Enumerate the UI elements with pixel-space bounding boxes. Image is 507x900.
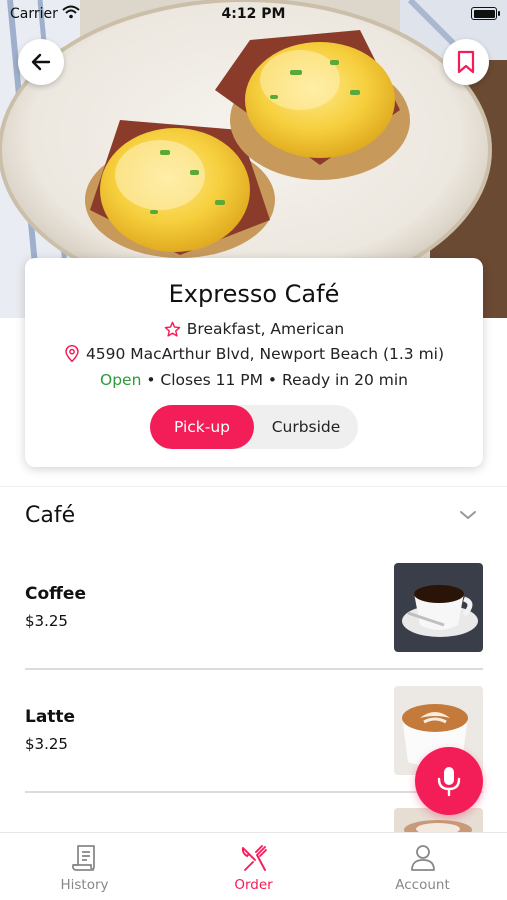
order-type-toggle: Pick-up Curbside xyxy=(150,405,358,449)
status-bar: Carrier 4:12 PM xyxy=(0,0,507,28)
location-pin-icon xyxy=(65,345,79,363)
address-line[interactable]: 4590 MacArthur Blvd, Newport Beach (1.3 … xyxy=(25,345,483,363)
restaurant-info-card: Expresso Café Breakfast, American 4590 M… xyxy=(25,258,483,467)
tab-label: Account xyxy=(395,877,450,893)
tab-account[interactable]: Account xyxy=(338,833,507,900)
item-name: Coffee xyxy=(25,584,86,604)
voice-order-button[interactable] xyxy=(415,747,483,815)
bookmark-button[interactable] xyxy=(443,39,489,85)
back-button[interactable] xyxy=(18,39,64,85)
arrow-left-icon xyxy=(31,53,51,71)
bottom-tab-bar: History Order Account xyxy=(0,832,507,900)
item-divider xyxy=(25,668,483,670)
hours-info: • Closes 11 PM • Ready in 20 min xyxy=(141,371,408,389)
pickup-option[interactable]: Pick-up xyxy=(150,405,254,449)
restaurant-name: Expresso Café xyxy=(168,280,340,308)
curbside-option[interactable]: Curbside xyxy=(254,405,358,449)
cuisine-text: Breakfast, American xyxy=(186,320,345,338)
cuisine-line: Breakfast, American xyxy=(25,320,483,338)
menu-item-coffee[interactable]: Coffee $3.25 xyxy=(25,563,483,653)
item-name: Latte xyxy=(25,707,76,727)
utensils-icon xyxy=(241,845,267,871)
section-divider xyxy=(0,486,507,487)
tab-label: History xyxy=(60,877,109,893)
address-text: 4590 MacArthur Blvd, Newport Beach (1.3 … xyxy=(85,345,445,363)
hours-line: Open • Closes 11 PM • Ready in 20 min xyxy=(25,371,483,389)
status-time: 4:12 PM xyxy=(221,6,286,22)
tab-history[interactable]: History xyxy=(0,833,169,900)
bookmark-icon xyxy=(457,50,475,74)
item-price: $3.25 xyxy=(25,735,68,753)
open-status: Open xyxy=(100,371,142,389)
coffee-cup-image xyxy=(394,563,483,652)
battery-icon xyxy=(471,7,500,20)
menu-item-latte[interactable]: Latte $3.25 xyxy=(25,686,483,776)
coffee-thumbnail xyxy=(394,563,483,652)
star-icon xyxy=(164,321,181,337)
tab-label: Order xyxy=(234,877,273,893)
tab-order[interactable]: Order xyxy=(169,833,338,900)
chevron-down-icon[interactable] xyxy=(457,508,479,522)
item-price: $3.25 xyxy=(25,612,68,630)
person-icon xyxy=(411,845,435,871)
menu-section-title[interactable]: Café xyxy=(25,503,75,528)
microphone-icon xyxy=(437,767,461,797)
receipt-icon xyxy=(72,845,95,871)
item-divider xyxy=(25,791,483,793)
